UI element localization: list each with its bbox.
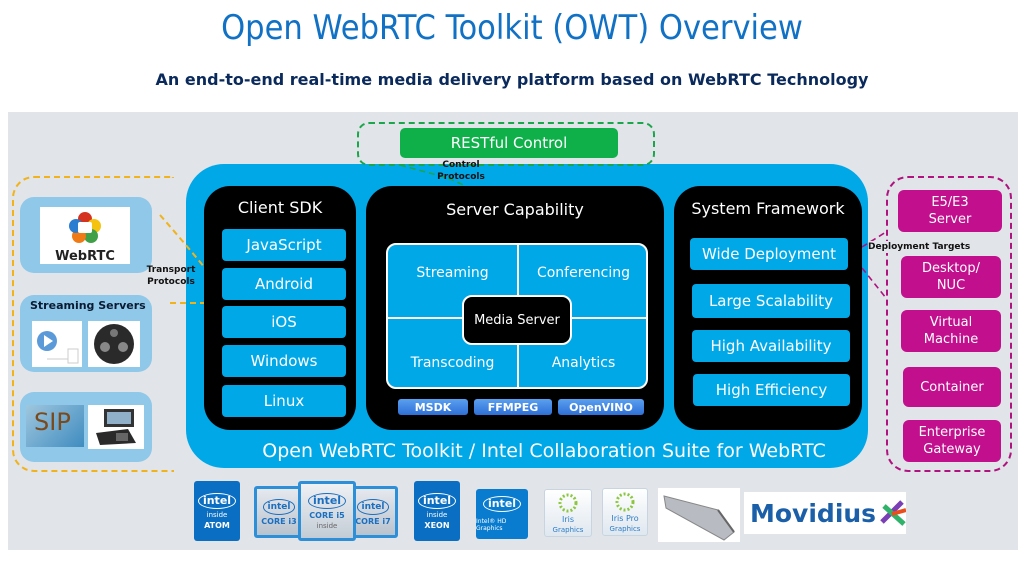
framework-high-availability[interactable]: High Availability	[692, 330, 850, 362]
movidius-butterfly-icon	[880, 500, 906, 526]
capability-transcoding[interactable]: Transcoding	[388, 343, 517, 383]
target-enterprise-gateway[interactable]: Enterprise Gateway	[903, 420, 1001, 462]
video-phone-icon	[96, 409, 136, 445]
framework-high-efficiency[interactable]: High Efficiency	[693, 374, 850, 406]
target-desktop-nuc[interactable]: Desktop/NUC	[901, 256, 1001, 298]
streaming-player-image	[32, 321, 82, 367]
intel-core-i3-logo: intel CORE i3	[254, 486, 304, 538]
iris-pro-text: Iris Pro	[611, 513, 639, 523]
deployment-connector-lower	[861, 267, 887, 299]
transport-protocols-line1: Transport	[146, 265, 196, 275]
target-container[interactable]: Container	[903, 367, 1001, 407]
iris-text: Iris	[561, 514, 575, 524]
library-openvino: OpenVINO	[558, 399, 644, 415]
target-line1: Enterprise	[918, 425, 986, 440]
control-protocols-line1: Control	[442, 160, 480, 170]
sdk-linux[interactable]: Linux	[222, 385, 346, 417]
intel-core-i5-logo: intel CORE i5 inside	[298, 481, 356, 541]
pcie-card-icon	[663, 495, 735, 541]
target-line1: Desktop/	[922, 261, 980, 276]
library-ffmpeg: FFMPEG	[474, 399, 552, 415]
framework-large-scalability[interactable]: Large Scalability	[692, 284, 850, 318]
movidius-text: Movidius	[750, 498, 877, 528]
intel-logo-text: intel	[262, 498, 296, 515]
system-framework-title: System Framework	[691, 199, 845, 218]
movidius-logo: Movidius	[744, 492, 906, 534]
sip-logo: SIP	[26, 405, 84, 447]
sdk-javascript[interactable]: JavaScript	[222, 229, 346, 261]
target-virtual-machine[interactable]: Virtual Machine	[901, 310, 1001, 352]
xeon-text: XEON	[424, 520, 450, 530]
framework-wide-deployment[interactable]: Wide Deployment	[690, 238, 848, 270]
inside-text: inside	[426, 510, 448, 519]
capability-analytics[interactable]: Analytics	[519, 343, 646, 383]
intel-iris-graphics-logo: Iris Graphics	[544, 489, 592, 537]
intel-logo-text: intel	[356, 498, 390, 515]
accelerator-card-image	[658, 488, 740, 542]
sdk-android[interactable]: Android	[222, 268, 346, 300]
play-icon	[37, 331, 79, 364]
sip-logo-text: SIP	[34, 408, 71, 436]
vr-camera-icon	[94, 324, 134, 364]
intel-xeon-logo: intel inside XEON	[414, 481, 460, 541]
core-i3-text: CORE i3	[261, 516, 297, 526]
iris-graphics-text: Graphics	[552, 525, 584, 534]
sdk-ios[interactable]: iOS	[222, 306, 346, 338]
inside-text: inside	[206, 510, 228, 519]
intel-logo-text: intel	[417, 492, 457, 509]
iris-pro-starburst-icon	[615, 492, 635, 511]
target-line1: Virtual	[929, 315, 973, 330]
client-sdk-title: Client SDK	[237, 198, 323, 217]
iris-starburst-icon	[558, 493, 578, 512]
server-capability-title: Server Capability	[446, 200, 584, 219]
capability-streaming[interactable]: Streaming	[388, 253, 517, 293]
webrtc-logo-text: WebRTC	[55, 249, 115, 264]
target-line2: Server	[928, 212, 972, 227]
intel-logo-text: intel	[197, 492, 237, 509]
webrtc-logo: WebRTC	[40, 207, 130, 264]
streaming-servers-label: Streaming Servers	[30, 299, 146, 312]
core-i5-text: CORE i5	[309, 510, 345, 520]
hd-graphics-text: Intel® HD Graphics	[476, 518, 507, 532]
iris-pro-graphics-text: Graphics	[609, 524, 641, 533]
sdk-windows[interactable]: Windows	[222, 345, 346, 377]
transport-protocols-line2: Protocols	[147, 277, 195, 287]
intel-iris-pro-graphics-logo: Iris Pro Graphics	[602, 488, 648, 536]
intel-atom-logo: intel inside ATOM	[194, 481, 240, 541]
control-protocols-line2: Protocols	[437, 172, 485, 182]
capability-conferencing[interactable]: Conferencing	[519, 253, 646, 293]
toolkit-footer-label: Open WebRTC Toolkit / Intel Collaboratio…	[262, 440, 826, 462]
atom-text: ATOM	[204, 520, 230, 530]
transport-protocols-label: Transport Protocols	[143, 264, 199, 288]
library-msdk: MSDK	[398, 399, 468, 415]
vr-camera-image	[88, 321, 140, 367]
target-line2: Machine	[923, 332, 979, 347]
target-line1: Container	[920, 379, 984, 395]
target-line2: NUC	[936, 278, 966, 293]
media-server-box[interactable]: Media Server	[462, 295, 572, 345]
webrtc-flower-icon	[69, 212, 101, 243]
core-i7-text: CORE i7	[355, 516, 391, 526]
target-line1: E5/E3	[931, 195, 969, 210]
video-phone-image	[88, 405, 144, 449]
intel-logo-text: intel	[307, 492, 347, 509]
control-protocols-label: Control Protocols	[430, 159, 492, 183]
target-line2: Gateway	[923, 442, 981, 457]
inside-text: inside	[316, 521, 338, 530]
target-e5-e3-server[interactable]: E5/E3 Server	[898, 190, 1002, 232]
intel-logo-text: intel	[482, 496, 522, 512]
intel-hd-graphics-logo: intel Intel® HD Graphics	[476, 489, 528, 539]
deployment-targets-label: Deployment Targets	[868, 241, 978, 253]
